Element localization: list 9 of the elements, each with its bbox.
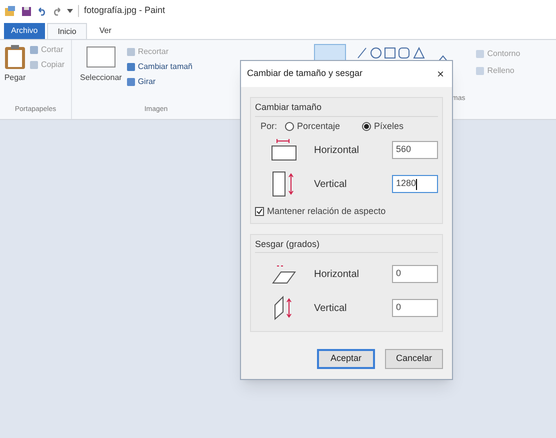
field-label: Vertical — [314, 302, 348, 316]
field-label: Horizontal — [314, 144, 360, 158]
field-label: Horizontal — [314, 268, 360, 282]
dialog-title: Cambiar de tamaño y sesgar — [247, 67, 363, 80]
field-label: Vertical — [314, 178, 348, 192]
window-title: fotografía.jpg - Paint — [84, 4, 166, 18]
section-title: Cambiar tamaño — [255, 101, 438, 116]
by-label: Por: — [259, 120, 277, 132]
section-title: Sesgar (grados) — [255, 238, 438, 253]
